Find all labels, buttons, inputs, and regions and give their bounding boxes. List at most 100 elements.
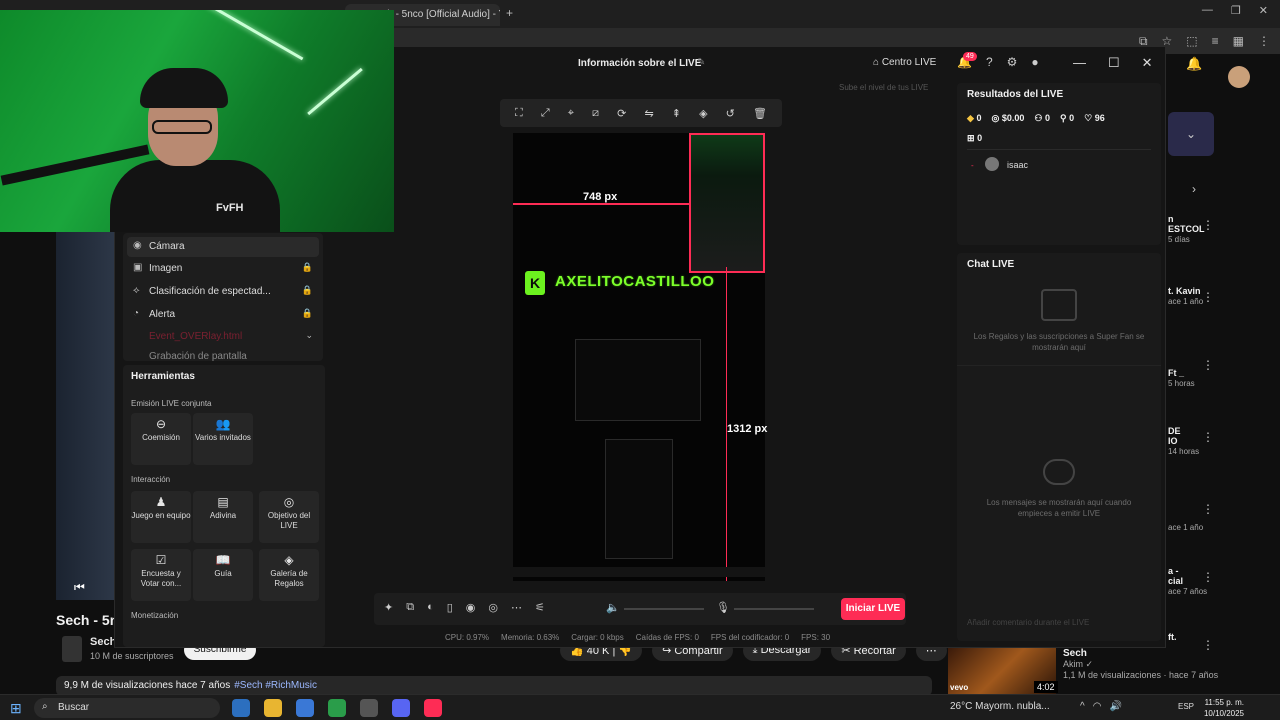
undo-icon[interactable]: ↺ xyxy=(726,107,735,120)
studio-minimize-button[interactable]: — xyxy=(1073,55,1086,71)
start-live-button[interactable]: Iniciar LIVE xyxy=(841,598,905,620)
avatar[interactable] xyxy=(985,157,999,171)
effects-icon[interactable]: ◐ xyxy=(427,601,434,614)
help-icon[interactable]: ? xyxy=(986,55,993,69)
tool-team-game[interactable]: ♟ Juego en equipo xyxy=(131,491,191,543)
gear-icon[interactable]: ⚙ xyxy=(1007,55,1018,69)
channel-name[interactable]: Sech xyxy=(90,636,116,648)
magic-icon[interactable]: ✦ xyxy=(384,601,393,614)
delete-icon[interactable]: 🗑 xyxy=(753,107,767,120)
previous-icon[interactable]: ⏮ xyxy=(74,580,85,595)
source-camera[interactable]: ◉ Cámara xyxy=(127,237,319,257)
rec-info[interactable]: Sech Akim ✓ 1,1 M de visualizaciones · hac… xyxy=(1063,648,1218,680)
more-icon[interactable]: ⋯ xyxy=(511,601,522,614)
camera-switch-icon[interactable]: ◎ xyxy=(488,601,498,614)
list-item[interactable]: Ft _ 5 horas xyxy=(1168,368,1280,388)
chevron-down-icon[interactable]: ⌄ xyxy=(305,330,313,341)
rank-marker: - xyxy=(971,161,974,170)
close-button[interactable]: ✕ xyxy=(1259,4,1268,17)
tool-guide[interactable]: 📖 Guía xyxy=(193,549,253,601)
rotate-icon[interactable]: ⟳ xyxy=(617,107,626,120)
glasses xyxy=(152,120,212,134)
taskbar-search[interactable]: ⌕ Buscar xyxy=(34,698,220,718)
more-icon[interactable]: ⋮ xyxy=(1202,570,1214,584)
tool-guess[interactable]: ▤ Adivina xyxy=(193,491,253,543)
move-up-icon[interactable]: ⇞ xyxy=(672,107,681,120)
menu-icon[interactable]: ⋮ xyxy=(1258,34,1270,49)
flip-icon[interactable]: ⇋ xyxy=(644,107,653,120)
discord-icon[interactable] xyxy=(392,699,410,717)
subscriber-count: 10 M de suscriptores xyxy=(90,651,174,661)
language-indicator[interactable]: ESP xyxy=(1178,702,1194,711)
chrome-icon[interactable] xyxy=(328,699,346,717)
source-alert[interactable]: ◔ Alerta 🔒 xyxy=(127,305,319,325)
studio-close-button[interactable]: ✕ xyxy=(1142,55,1153,71)
volume-slider[interactable] xyxy=(624,608,704,610)
tool-poll[interactable]: ☑ Encuesta y Votar con... xyxy=(131,549,191,601)
center-icon[interactable]: ⌖ xyxy=(568,107,574,120)
viewer-name[interactable]: isaac xyxy=(1007,160,1028,170)
windows-start-icon[interactable]: ⊞ xyxy=(10,700,22,717)
store-icon[interactable] xyxy=(296,699,314,717)
layers-icon[interactable]: ◈ xyxy=(699,107,707,120)
extensions-icon[interactable]: ⬚ xyxy=(1186,34,1197,49)
more-icon[interactable]: ⋮ xyxy=(1202,358,1214,372)
source-image[interactable]: ▣ Imagen 🔒 xyxy=(127,259,319,279)
new-tab-button[interactable]: + xyxy=(506,6,513,20)
taskbar-clock[interactable]: 11:55 p. m. 10/10/2025 xyxy=(1200,697,1244,719)
studio-maximize-button[interactable]: ☐ xyxy=(1108,55,1120,71)
description-tags[interactable]: #Sech #RichMusic xyxy=(234,680,317,691)
list-item[interactable]: t. Kavin ace 1 año xyxy=(1168,286,1280,306)
weather-widget[interactable]: 26°C Mayorm. nubla... xyxy=(950,701,1050,712)
source-overlay[interactable]: Event_OVERlay.html ⌄ xyxy=(127,327,319,347)
list-item[interactable]: a - cial ace 7 años xyxy=(1168,566,1280,596)
tool-cohost[interactable]: ⊖ Coemisión xyxy=(131,413,191,465)
rec-channel: Akim xyxy=(1063,659,1083,669)
more-icon[interactable]: ⋮ xyxy=(1202,502,1214,516)
book-icon: 📖 xyxy=(215,553,231,567)
obs-icon[interactable] xyxy=(360,699,378,717)
camera-source-selection[interactable] xyxy=(689,133,765,273)
centro-live-button[interactable]: ⌂ Centro LIVE xyxy=(873,57,936,68)
list-item[interactable]: ft. xyxy=(1168,632,1280,642)
channel-avatar[interactable] xyxy=(62,636,82,662)
microphone-icon[interactable]: 🎙 xyxy=(716,601,730,614)
more-icon[interactable]: ⋮ xyxy=(1202,218,1214,232)
edge-icon[interactable] xyxy=(232,699,250,717)
settings-sliders-icon[interactable]: ⚟ xyxy=(535,601,545,614)
list-item[interactable]: ace 1 año xyxy=(1168,522,1280,532)
volume-icon[interactable]: 🔊 xyxy=(1109,701,1121,712)
microphone-slider[interactable] xyxy=(734,608,814,610)
tool-multi-guest[interactable]: 👥 Varios invitados xyxy=(193,413,253,465)
avatar[interactable]: ● xyxy=(1031,55,1038,69)
more-icon[interactable]: ⋮ xyxy=(1202,430,1214,444)
more-icon[interactable]: ⋮ xyxy=(1202,290,1214,304)
chevron-up-icon[interactable]: ^ xyxy=(1080,701,1085,712)
list-item[interactable]: n ESTCOL 5 días xyxy=(1168,214,1280,244)
source-screen[interactable]: Grabación de pantalla xyxy=(127,347,319,362)
chat-input[interactable]: Añadir comentario durante el LIVE xyxy=(963,613,1155,633)
source-ranking[interactable]: ⟡ Clasificación de espectad... 🔒 xyxy=(127,282,319,302)
playlist-icon[interactable]: ≡ xyxy=(1212,34,1219,49)
fullscreen-icon[interactable]: ⛶ xyxy=(515,107,523,120)
profile-icon[interactable]: ▦ xyxy=(1233,34,1244,49)
wifi-icon[interactable]: ◠ xyxy=(1093,701,1102,712)
folder-icon[interactable] xyxy=(264,699,282,717)
maximize-button[interactable]: ❐ xyxy=(1231,4,1241,17)
crop-icon[interactable]: ⧄ xyxy=(592,107,599,120)
phone-icon[interactable]: ▯ xyxy=(447,601,453,614)
expand-icon[interactable]: ⤢ xyxy=(541,107,550,120)
copy-icon[interactable]: ⧉ xyxy=(406,601,414,614)
minimize-button[interactable]: — xyxy=(1202,4,1213,17)
video-description[interactable]: 9,9 M de visualizaciones hace 7 años #Sec… xyxy=(56,676,932,696)
volume-icon[interactable]: 🔈 xyxy=(606,601,620,614)
tool-gift-gallery[interactable]: ◈ Galería de Regalos xyxy=(259,549,319,601)
tool-live-goal[interactable]: ◎ Objetivo del LIVE xyxy=(259,491,319,543)
list-item[interactable]: DE IO 14 horas xyxy=(1168,426,1280,456)
record-icon[interactable]: ◉ xyxy=(466,601,476,614)
level-hint[interactable]: Sube el nivel de tus LIVE xyxy=(839,83,928,92)
tiktok-icon[interactable] xyxy=(424,699,442,717)
edit-icon[interactable]: ✎ xyxy=(697,57,705,68)
shirt-logo: FvFH xyxy=(216,202,244,214)
stat-cpu: CPU: 0.97% xyxy=(445,633,490,642)
